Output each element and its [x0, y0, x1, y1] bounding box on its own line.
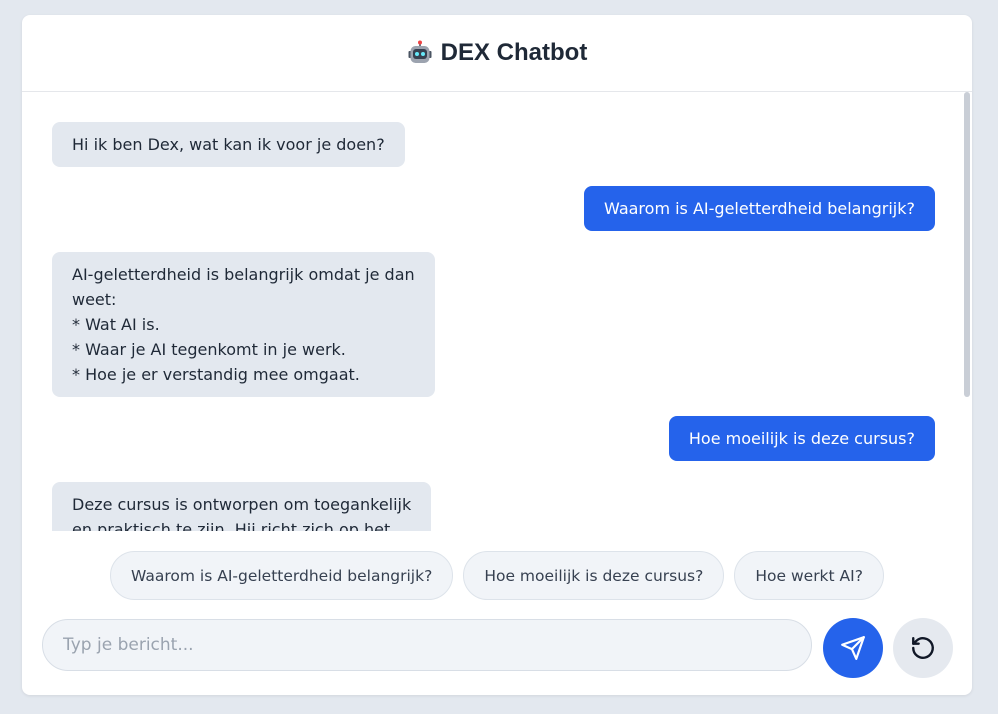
user-message: Waarom is AI-geletterdheid belangrijk?	[584, 186, 935, 231]
scrollbar[interactable]	[964, 92, 970, 397]
page-title: DEX Chatbot	[440, 39, 588, 66]
bot-message: AI-geletterdheid is belangrijk omdat je …	[52, 252, 435, 397]
send-button[interactable]	[823, 618, 883, 678]
robot-icon	[408, 40, 432, 63]
user-message: Hoe moeilijk is deze cursus?	[668, 416, 935, 461]
bot-message: Hi ik ben Dex, wat kan ik voor je doen?	[52, 122, 405, 167]
composer	[42, 618, 953, 678]
send-icon	[841, 636, 865, 660]
message-list[interactable]: Hi ik ben Dex, wat kan ik voor je doen? …	[22, 92, 972, 531]
reset-button[interactable]	[893, 618, 953, 678]
suggestion-chip[interactable]: Waarom is AI-geletterdheid belangrijk?	[110, 551, 454, 600]
suggestion-chips: Waarom is AI-geletterdheid belangrijk? H…	[22, 551, 972, 601]
message-input[interactable]	[42, 619, 812, 671]
reset-icon	[912, 637, 934, 659]
bot-message: Deze cursus is ontworpen om toegankelijk…	[52, 482, 432, 531]
suggestion-chip[interactable]: Hoe moeilijk is deze cursus?	[463, 551, 725, 600]
chat-window: DEX Chatbot Hi ik ben Dex, wat kan ik vo…	[22, 15, 972, 695]
suggestion-chip[interactable]: Hoe werkt AI?	[734, 551, 884, 600]
chat-header: DEX Chatbot	[22, 15, 972, 92]
